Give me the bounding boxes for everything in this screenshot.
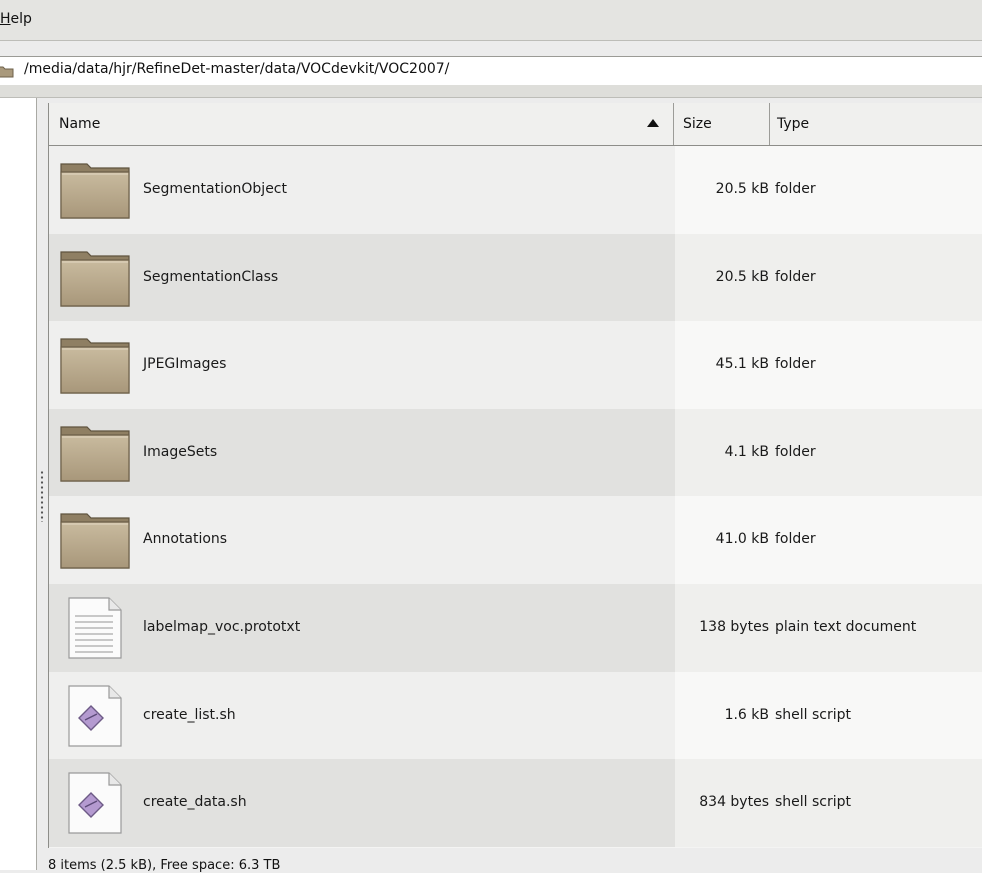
file-row[interactable]: create_list.sh 1.6 kB shell script <box>49 671 982 760</box>
file-row[interactable]: SegmentationClass 20.5 kB folder <box>49 233 982 322</box>
file-row[interactable]: labelmap_voc.prototxt 138 bytes plain te… <box>49 583 982 672</box>
file-row[interactable]: JPEGImages 45.1 kB folder <box>49 321 982 409</box>
file-name[interactable]: create_list.sh <box>143 672 236 759</box>
folder-icon[interactable] <box>59 508 131 572</box>
column-size[interactable]: Size <box>683 103 712 145</box>
file-size: 45.1 kB <box>715 356 769 373</box>
help-mnemonic: H <box>0 11 11 27</box>
text-document-icon[interactable] <box>59 596 131 660</box>
column-name[interactable]: Name <box>59 103 659 145</box>
folder-icon[interactable] <box>59 158 131 222</box>
file-name[interactable]: JPEGImages <box>143 321 226 408</box>
folder-icon <box>0 66 14 78</box>
pane-resize-handle[interactable] <box>40 470 44 522</box>
file-list: Name Size Type SegmentationObject 20.5 k… <box>48 103 982 848</box>
column-divider[interactable] <box>769 103 770 145</box>
folder-icon[interactable] <box>59 333 131 397</box>
folder-icon[interactable] <box>59 246 131 310</box>
side-pane <box>0 98 37 870</box>
file-name[interactable]: Annotations <box>143 496 227 583</box>
column-header: Name Size Type <box>49 103 982 146</box>
file-size: 138 bytes <box>699 618 769 635</box>
file-size: 4.1 kB <box>724 443 769 460</box>
file-size: 1.6 kB <box>724 706 769 723</box>
file-size: 20.5 kB <box>715 181 769 197</box>
shell-script-icon[interactable] <box>59 684 131 748</box>
file-name[interactable]: SegmentationClass <box>143 234 278 321</box>
file-size: 20.5 kB <box>715 268 769 285</box>
column-divider[interactable] <box>673 103 674 145</box>
file-row[interactable]: create_data.sh 834 bytes shell script <box>49 759 982 847</box>
file-size: 41.0 kB <box>715 531 769 548</box>
file-type: folder <box>775 268 816 285</box>
menubar: Help <box>0 0 982 41</box>
file-type: folder <box>775 181 816 197</box>
sort-ascending-icon <box>647 119 659 127</box>
status-bar: 8 items (2.5 kB), Free space: 6.3 TB <box>48 858 281 873</box>
file-type: plain text document <box>775 618 917 635</box>
file-name[interactable]: create_data.sh <box>143 759 247 846</box>
file-type: shell script <box>775 706 852 723</box>
file-type: folder <box>775 356 816 373</box>
file-type: folder <box>775 531 816 548</box>
file-name[interactable]: ImageSets <box>143 409 217 496</box>
file-rows: SegmentationObject 20.5 kB folder Segmen… <box>49 146 982 847</box>
location-path[interactable]: /media/data/hjr/RefineDet-master/data/VO… <box>24 61 449 77</box>
menu-help[interactable]: Help <box>0 11 32 27</box>
file-name[interactable]: labelmap_voc.prototxt <box>143 584 300 671</box>
file-row[interactable]: ImageSets 4.1 kB folder <box>49 408 982 497</box>
folder-icon[interactable] <box>59 421 131 485</box>
shell-script-icon[interactable] <box>59 771 131 835</box>
help-label: elp <box>10 11 32 27</box>
file-row[interactable]: Annotations 41.0 kB folder <box>49 496 982 584</box>
file-size: 834 bytes <box>699 794 769 811</box>
file-row[interactable]: SegmentationObject 20.5 kB folder <box>49 146 982 234</box>
column-type[interactable]: Type <box>777 103 809 145</box>
file-type: shell script <box>775 794 852 811</box>
toolbar-strip <box>0 85 982 98</box>
file-name[interactable]: SegmentationObject <box>143 146 287 233</box>
location-bar[interactable]: /media/data/hjr/RefineDet-master/data/VO… <box>0 56 982 86</box>
file-type: folder <box>775 443 816 460</box>
